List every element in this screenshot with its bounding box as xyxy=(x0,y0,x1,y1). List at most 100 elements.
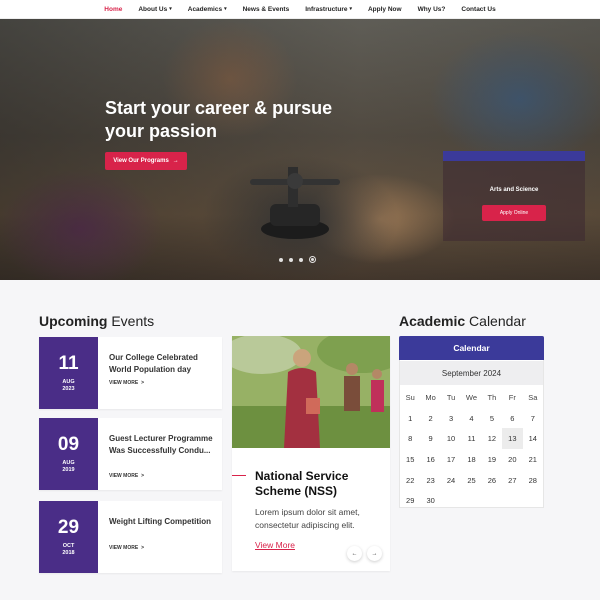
event-year: 2018 xyxy=(62,550,75,556)
chevron-right-icon: > xyxy=(141,380,145,386)
view-more-link[interactable]: VIEW MORE > xyxy=(109,473,144,479)
event-title: Our College Celebrated World Population … xyxy=(109,353,198,374)
feature-accent-line xyxy=(232,475,246,476)
nav-item-home[interactable]: Home xyxy=(104,6,122,13)
calendar-day[interactable]: 14 xyxy=(523,428,543,449)
slider-dot[interactable] xyxy=(309,256,316,263)
view-more-link[interactable]: VIEW MORE > xyxy=(109,380,144,386)
calendar-day[interactable]: 12 xyxy=(482,428,502,449)
view-more-label: VIEW MORE xyxy=(109,380,139,386)
calendar-day[interactable]: 23 xyxy=(420,470,440,491)
slider-dot[interactable] xyxy=(299,257,303,262)
slider-dot[interactable] xyxy=(289,257,293,262)
calendar-weekday: Tu xyxy=(446,392,456,402)
feature-text: Lorem ipsum dolor sit amet, consectetur … xyxy=(255,507,360,530)
calendar-weekday: Su xyxy=(405,392,415,402)
nav-item-label: Why Us? xyxy=(417,5,446,13)
calendar-day[interactable]: 20 xyxy=(502,449,522,470)
calendar-day[interactable]: 5 xyxy=(482,408,502,429)
chevron-down-icon: ▾ xyxy=(224,6,227,12)
calendar-day[interactable]: 13 xyxy=(502,428,523,450)
calendar-heading: Academic Calendar xyxy=(399,313,526,329)
view-programs-button[interactable]: View Our Programs → xyxy=(105,152,187,170)
calendar-day[interactable]: 18 xyxy=(461,449,481,470)
nav-item-contact-us[interactable]: Contact Us xyxy=(461,6,495,13)
calendar-day[interactable]: 29 xyxy=(400,490,420,511)
event-card[interactable]: 09 AUG 2019 Guest Lecturer Programme Was Su… xyxy=(39,418,222,490)
event-year: 2019 xyxy=(62,467,75,473)
calendar-day[interactable]: 9 xyxy=(420,428,440,449)
calendar-day[interactable]: 2 xyxy=(420,408,440,429)
event-month: AUG xyxy=(62,460,75,466)
nav-item-label: About Us xyxy=(138,5,168,13)
calendar-day[interactable]: 8 xyxy=(400,428,420,449)
calendar-day[interactable]: 11 xyxy=(461,428,481,449)
nav-item-label: Infrastructure xyxy=(305,5,348,13)
nav-item-news-events[interactable]: News & Events xyxy=(243,6,290,13)
view-more-link[interactable]: VIEW MORE > xyxy=(109,545,144,551)
view-more-label: VIEW MORE xyxy=(109,473,139,479)
calendar-day[interactable]: 7 xyxy=(523,408,543,429)
calendar-day[interactable]: 17 xyxy=(441,449,461,470)
next-arrow-button[interactable]: → xyxy=(367,546,382,561)
calendar-day[interactable]: 19 xyxy=(482,449,502,470)
event-card[interactable]: 29 OCT 2018 Weight Lifting Competition VIEW … xyxy=(39,501,222,573)
nav-item-label: Apply Now xyxy=(367,5,402,13)
calendar-heading-light: Calendar xyxy=(469,313,526,329)
event-title: Weight Lifting Competition xyxy=(109,517,212,526)
events-heading: Upcoming Events xyxy=(39,313,154,329)
calendar-day[interactable]: 15 xyxy=(400,449,420,470)
prev-arrow-button[interactable]: ← xyxy=(347,546,362,561)
calendar-grid: Su Mo Tu We Th Fr Sa 1 2 3 4 5 6 7 8 9 10 11 12 13 14 15 16 17 1… xyxy=(400,387,543,511)
calendar-month[interactable]: September 2024 xyxy=(400,361,543,385)
microscope-image xyxy=(250,167,340,239)
event-month: AUG xyxy=(62,379,75,385)
events-heading-bold: Upcoming xyxy=(39,313,108,329)
calendar-weekday: Fr xyxy=(508,392,516,402)
calendar-day[interactable]: 1 xyxy=(400,408,420,429)
hero-banner: Start your career & pursue your passion … xyxy=(0,19,600,280)
calendar-day[interactable]: 3 xyxy=(441,408,461,429)
view-more-label: VIEW MORE xyxy=(109,545,139,551)
calendar-day[interactable]: 24 xyxy=(441,470,461,491)
event-day: 29 xyxy=(57,517,80,538)
calendar-day[interactable]: 6 xyxy=(502,408,522,429)
nav-item-academics[interactable]: Academics ▾ xyxy=(188,6,227,13)
nav-item-infrastructure[interactable]: Infrastructure ▾ xyxy=(305,6,352,13)
calendar-day[interactable]: 30 xyxy=(420,490,440,511)
arrow-left-icon: ← xyxy=(351,550,358,557)
calendar-weekday: Th xyxy=(487,392,497,402)
calendar-header: Calendar xyxy=(399,336,544,360)
nav-item-apply-now[interactable]: Apply Now xyxy=(368,6,402,13)
view-more-link[interactable]: View More xyxy=(255,540,295,550)
event-date-badge: 09 AUG 2019 xyxy=(39,418,98,490)
chevron-right-icon: > xyxy=(141,545,145,551)
calendar-weekday: We xyxy=(465,392,478,402)
top-navigation: Home About Us ▾ Academics ▾ News & Events Infr… xyxy=(0,0,600,19)
calendar-day[interactable]: 27 xyxy=(502,470,522,491)
nav-item-label: Home xyxy=(104,5,123,13)
view-programs-label: View Our Programs xyxy=(113,158,169,164)
calendar-day[interactable]: 22 xyxy=(400,470,420,491)
event-year: 2023 xyxy=(62,386,75,392)
calendar-day[interactable]: 4 xyxy=(461,408,481,429)
slider-dots xyxy=(279,256,316,263)
calendar-day[interactable]: 21 xyxy=(523,449,543,470)
nav-item-why-us[interactable]: Why Us? xyxy=(418,6,446,13)
calendar-day[interactable]: 16 xyxy=(420,449,440,470)
calendar-heading-bold: Academic xyxy=(399,313,466,329)
calendar-day[interactable]: 25 xyxy=(461,470,481,491)
calendar-day[interactable]: 28 xyxy=(523,470,543,491)
slider-dot[interactable] xyxy=(279,257,283,262)
calendar-day[interactable]: 26 xyxy=(482,470,502,491)
apply-online-button[interactable]: Apply Online xyxy=(482,205,546,221)
chevron-down-icon: ▾ xyxy=(169,6,172,12)
calendar-widget: Calendar September 2024 Su Mo Tu We Th Fr Sa 1 2… xyxy=(399,336,544,508)
chevron-right-icon: > xyxy=(141,473,145,479)
event-card[interactable]: 11 AUG 2023 Our College Celebrated World Po… xyxy=(39,337,222,409)
program-card-title: Arts and Science xyxy=(489,187,539,193)
nss-student-image xyxy=(232,336,390,448)
nav-item-about-us[interactable]: About Us ▾ xyxy=(138,6,171,13)
calendar-day[interactable]: 10 xyxy=(441,428,461,449)
nav-item-label: News & Events xyxy=(242,5,290,13)
